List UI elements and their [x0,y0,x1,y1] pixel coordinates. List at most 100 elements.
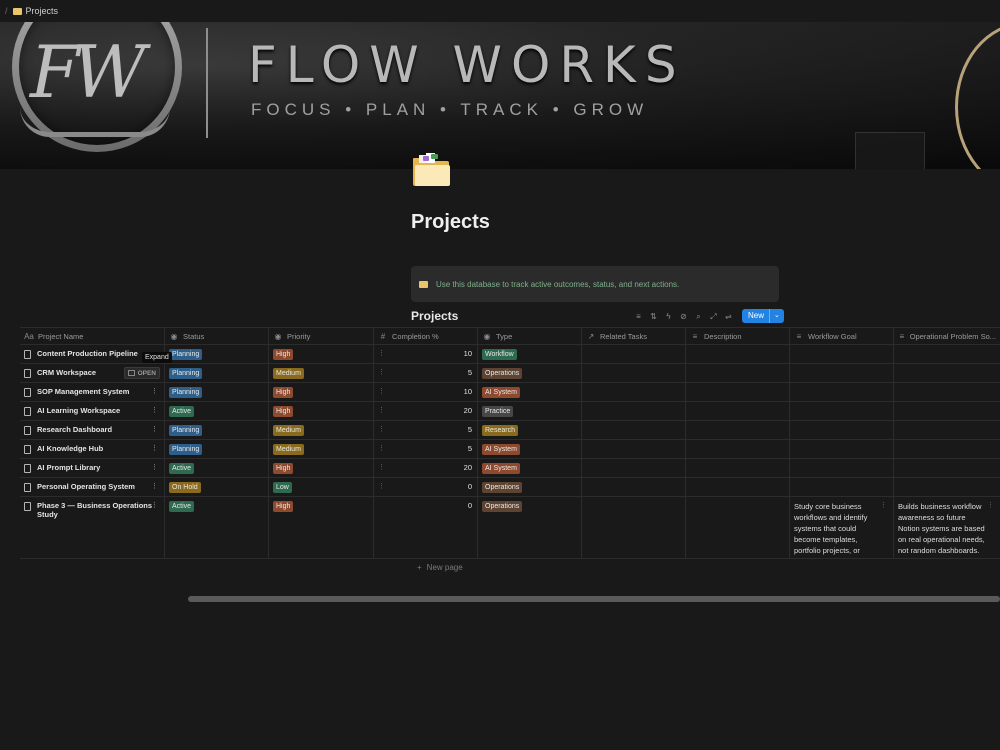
drag-handle-icon[interactable]: ⋮ [151,425,158,433]
description-cell[interactable] [686,440,790,458]
drag-handle-icon[interactable]: ⋮ [987,501,994,509]
operational-problem-cell[interactable] [894,440,1000,458]
drag-handle-icon[interactable]: ⋮ [378,463,385,471]
priority-cell[interactable]: High [269,459,374,477]
priority-cell[interactable]: Medium [269,364,374,382]
related-tasks-cell[interactable] [582,478,686,496]
operational-problem-cell[interactable] [894,402,1000,420]
column-header[interactable]: ◉ Status [165,328,269,344]
type-cell[interactable]: Practice [478,402,582,420]
related-tasks-cell[interactable] [582,383,686,401]
workflow-goal-cell[interactable] [790,402,894,420]
column-header[interactable]: ≡ Operational Problem So... [894,328,1000,344]
table-row[interactable]: AI Knowledge Hub ⋮ Planning Medium ⋮ 5 AI Syst… [20,440,1000,459]
operational-problem-cell[interactable]: Builds business workflow awareness so fu… [894,497,1000,558]
operational-problem-cell[interactable] [894,459,1000,477]
drag-handle-icon[interactable]: ⋮ [378,368,385,376]
drag-handle-icon[interactable]: ⋮ [151,387,158,395]
drag-handle-icon[interactable]: ⋮ [378,406,385,414]
related-tasks-cell[interactable] [582,364,686,382]
priority-cell[interactable]: Low [269,478,374,496]
open-folder-icon[interactable] [411,152,451,188]
column-header[interactable]: ≡ Description [686,328,790,344]
description-cell[interactable] [686,497,790,558]
new-button-label[interactable]: New [742,309,769,323]
drag-handle-icon[interactable]: ⋮ [880,501,887,509]
drag-handle-icon[interactable]: ⋮ [151,463,158,471]
drag-handle-icon[interactable]: ⋮ [378,387,385,395]
workflow-goal-cell[interactable] [790,421,894,439]
related-tasks-cell[interactable] [582,402,686,420]
type-cell[interactable]: Operations [478,364,582,382]
completion-cell[interactable]: ⋮ 5 [374,364,478,382]
project-name-cell[interactable]: Personal Operating System ⋮ [20,478,165,496]
lightning-icon[interactable]: ϟ [663,311,674,322]
status-cell[interactable]: On Hold [165,478,269,496]
description-cell[interactable] [686,345,790,363]
priority-cell[interactable]: Medium [269,440,374,458]
horizontal-scrollbar[interactable] [188,596,1000,602]
completion-cell[interactable]: 0 [374,497,478,558]
status-cell[interactable]: Active [165,402,269,420]
completion-cell[interactable]: ⋮ 10 [374,345,478,363]
workflow-goal-cell[interactable] [790,345,894,363]
description-cell[interactable] [686,402,790,420]
column-header[interactable]: ≡ Workflow Goal [790,328,894,344]
workflow-goal-cell[interactable] [790,478,894,496]
priority-cell[interactable]: High [269,345,374,363]
open-button[interactable]: OPEN [123,367,160,379]
workflow-goal-cell[interactable] [790,440,894,458]
column-header[interactable]: Aa Project Name [20,328,165,344]
search-icon[interactable]: ⌕ [693,311,704,322]
project-name-cell[interactable]: CRM Workspace OPEN [20,364,165,382]
description-cell[interactable] [686,383,790,401]
description-cell[interactable] [686,421,790,439]
drag-handle-icon[interactable]: ⋮ [378,425,385,433]
operational-problem-cell[interactable] [894,383,1000,401]
description-cell[interactable] [686,459,790,477]
table-row[interactable]: Phase 3 — Business Operations Study ⋮ Acti… [20,497,1000,559]
completion-cell[interactable]: ⋮ 20 [374,402,478,420]
drag-handle-icon[interactable]: ⋮ [151,444,158,452]
drag-handle-icon[interactable]: ⋮ [378,482,385,490]
completion-cell[interactable]: ⋮ 20 [374,459,478,477]
table-row[interactable]: AI Learning Workspace ⋮ Active High ⋮ 20 Pract… [20,402,1000,421]
operational-problem-cell[interactable] [894,421,1000,439]
project-name-cell[interactable]: AI Knowledge Hub ⋮ [20,440,165,458]
drag-handle-icon[interactable]: ⋮ [378,444,385,452]
expand-icon[interactable]: ⤢ [708,311,719,322]
workflow-goal-cell[interactable] [790,383,894,401]
column-header[interactable]: ◉ Priority [269,328,374,344]
drag-handle-icon[interactable]: ⋮ [151,406,158,414]
workflow-goal-cell[interactable] [790,459,894,477]
priority-cell[interactable]: High [269,497,374,558]
project-name-cell[interactable]: AI Prompt Library ⋮ [20,459,165,477]
settings-icon[interactable]: ⇌ [723,311,734,322]
completion-cell[interactable]: ⋮ 5 [374,440,478,458]
type-cell[interactable]: AI System [478,383,582,401]
automation-icon[interactable]: ⊘ [678,311,689,322]
type-cell[interactable]: AI System [478,459,582,477]
table-row[interactable]: AI Prompt Library ⋮ Active High ⋮ 20 AI System [20,459,1000,478]
project-name-cell[interactable]: Phase 3 — Business Operations Study ⋮ [20,497,165,558]
related-tasks-cell[interactable] [582,421,686,439]
workflow-goal-cell[interactable] [790,364,894,382]
related-tasks-cell[interactable] [582,345,686,363]
status-cell[interactable]: Planning [165,421,269,439]
related-tasks-cell[interactable] [582,497,686,558]
new-page-button[interactable]: + New page [417,563,463,572]
database-title[interactable]: Projects [411,309,458,323]
type-cell[interactable]: Operations [478,478,582,496]
operational-problem-cell[interactable] [894,345,1000,363]
completion-cell[interactable]: ⋮ 5 [374,421,478,439]
type-cell[interactable]: Operations [478,497,582,558]
table-row[interactable]: Research Dashboard ⋮ Planning Medium ⋮ 5 Resea… [20,421,1000,440]
type-cell[interactable]: Workflow [478,345,582,363]
status-cell[interactable]: Planning [165,345,269,363]
column-header[interactable]: ↗ Related Tasks [582,328,686,344]
operational-problem-cell[interactable] [894,478,1000,496]
priority-cell[interactable]: High [269,383,374,401]
table-row[interactable]: SOP Management System ⋮ Planning High ⋮ 10 AI … [20,383,1000,402]
status-cell[interactable]: Planning [165,440,269,458]
priority-cell[interactable]: Medium [269,421,374,439]
